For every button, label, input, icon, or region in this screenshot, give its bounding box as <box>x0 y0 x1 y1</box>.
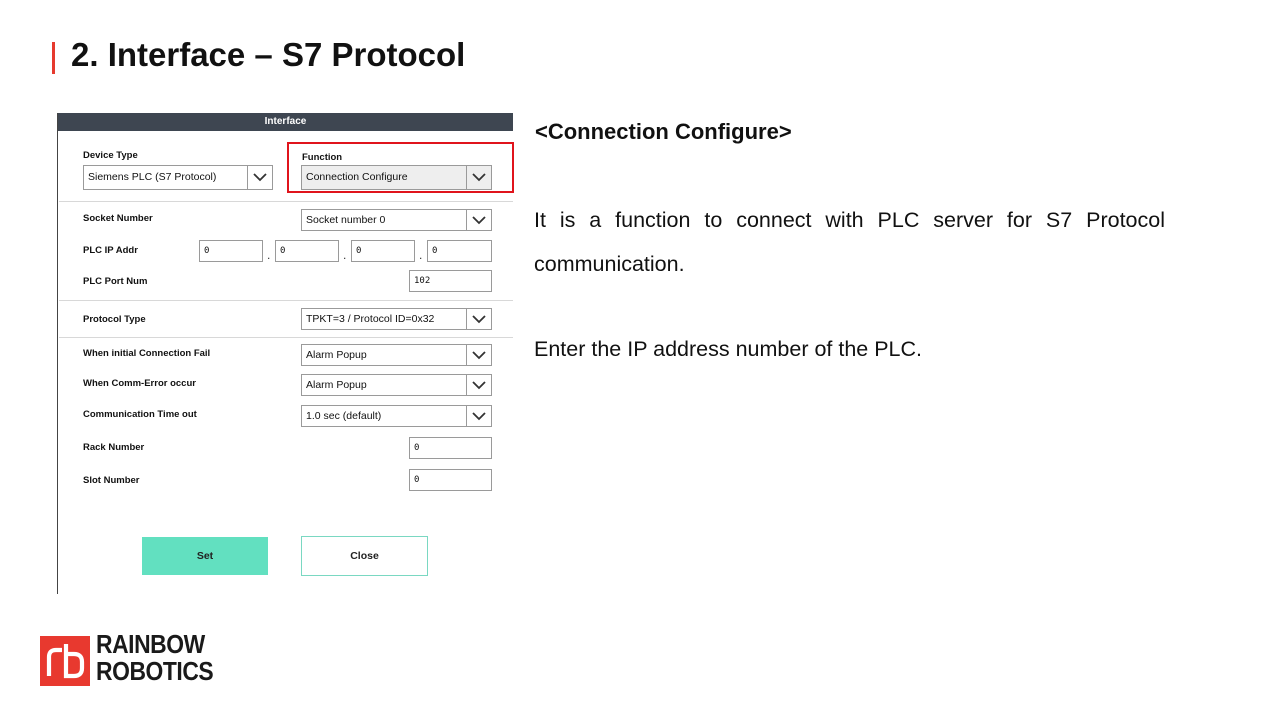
title-accent-bar <box>52 42 55 74</box>
divider <box>59 337 513 338</box>
dialog-header: Interface <box>58 113 513 131</box>
ip-separator: . <box>267 248 271 262</box>
rainbow-robotics-logo-text: RAINBOW ROBOTICS <box>96 629 214 686</box>
chevron-down-icon <box>466 210 491 230</box>
timeout-select[interactable]: 1.0 sec (default) <box>301 405 492 427</box>
socket-number-select[interactable]: Socket number 0 <box>301 209 492 231</box>
logo-line-1: RAINBOW <box>96 629 205 659</box>
function-highlight-box <box>287 142 514 193</box>
chevron-down-icon <box>466 406 491 426</box>
close-button[interactable]: Close <box>301 536 428 576</box>
logo-line-2: ROBOTICS <box>96 656 214 686</box>
protocol-type-select[interactable]: TPKT=3 / Protocol ID=0x32 <box>301 308 492 330</box>
rack-number-input[interactable]: 0 <box>409 437 492 459</box>
chevron-down-icon <box>247 166 272 189</box>
plc-ip-label: PLC IP Addr <box>83 245 138 256</box>
timeout-value: 1.0 sec (default) <box>306 410 382 422</box>
section-heading: <Connection Configure> <box>535 119 792 144</box>
ip-separator: . <box>343 248 347 262</box>
comm-error-select[interactable]: Alarm Popup <box>301 374 492 396</box>
chevron-down-icon <box>466 375 491 395</box>
chevron-down-icon <box>466 345 491 365</box>
ip-octet-1-input[interactable]: 0 <box>199 240 263 262</box>
divider <box>59 300 513 301</box>
protocol-type-value: TPKT=3 / Protocol ID=0x32 <box>306 313 435 325</box>
rainbow-robotics-logo-mark <box>40 636 90 686</box>
comm-error-value: Alarm Popup <box>306 379 367 391</box>
set-button[interactable]: Set <box>142 537 268 575</box>
slot-number-label: Slot Number <box>83 475 140 486</box>
description-paragraph: Enter the IP address number of the PLC. <box>534 337 923 361</box>
description-paragraph: It is a function to connect with PLC ser… <box>534 208 1165 276</box>
protocol-type-label: Protocol Type <box>83 314 146 325</box>
socket-number-value: Socket number 0 <box>306 214 386 226</box>
slide-title: 2. Interface – S7 Protocol <box>71 36 466 73</box>
initial-fail-label: When initial Connection Fail <box>83 348 211 359</box>
comm-error-label: When Comm-Error occur <box>83 378 196 389</box>
initial-fail-value: Alarm Popup <box>306 349 367 361</box>
ip-octet-3-input[interactable]: 0 <box>351 240 415 262</box>
rack-number-label: Rack Number <box>83 442 145 453</box>
plc-port-input[interactable]: 102 <box>409 270 492 292</box>
socket-number-label: Socket Number <box>83 213 153 224</box>
plc-port-label: PLC Port Num <box>83 276 148 287</box>
chevron-down-icon <box>466 309 491 329</box>
timeout-label: Communication Time out <box>83 409 197 420</box>
slot-number-input[interactable]: 0 <box>409 469 492 491</box>
divider <box>59 201 513 202</box>
ip-octet-2-input[interactable]: 0 <box>275 240 339 262</box>
interface-dialog: Interface Device Type Siemens PLC (S7 Pr… <box>57 113 514 594</box>
ip-separator: . <box>419 248 423 262</box>
device-type-label: Device Type <box>83 150 138 161</box>
device-type-value: Siemens PLC (S7 Protocol) <box>88 171 217 183</box>
initial-fail-select[interactable]: Alarm Popup <box>301 344 492 366</box>
ip-octet-4-input[interactable]: 0 <box>427 240 492 262</box>
device-type-select[interactable]: Siemens PLC (S7 Protocol) <box>83 165 273 190</box>
